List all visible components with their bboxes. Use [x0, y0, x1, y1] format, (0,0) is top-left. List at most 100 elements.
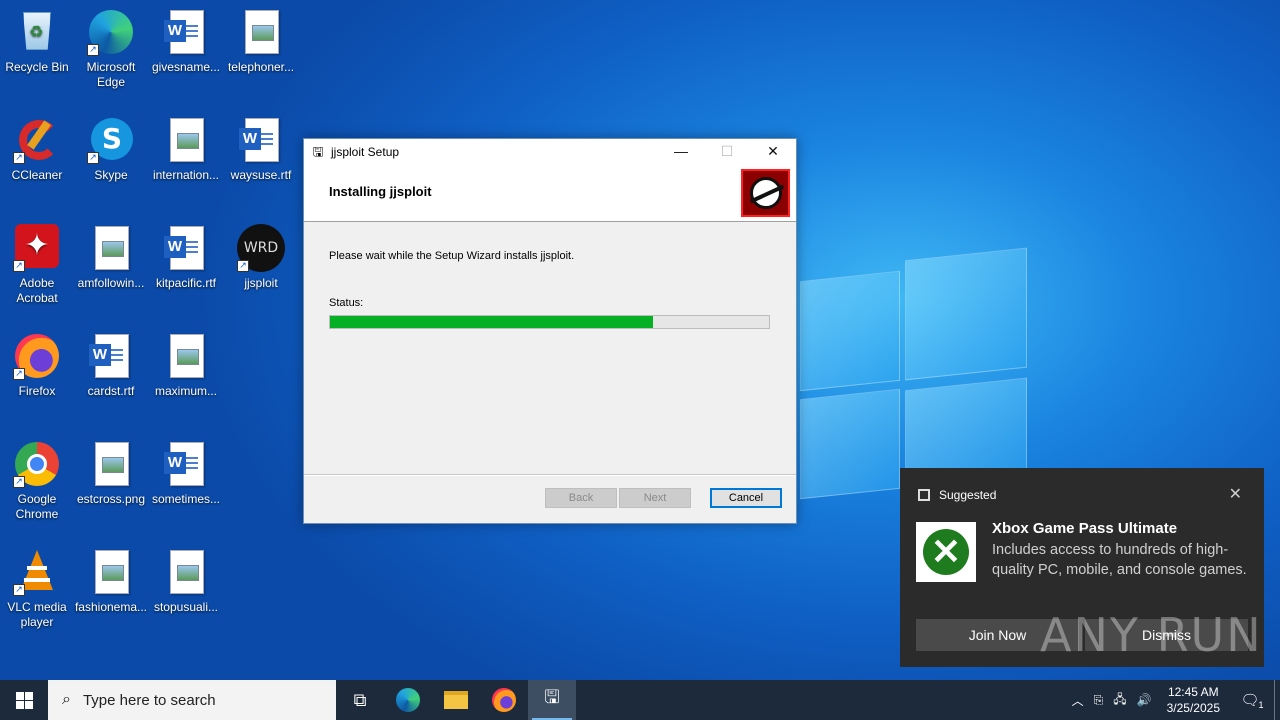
windows-logo-icon: [15, 691, 33, 709]
edge-icon: [396, 688, 420, 712]
taskbar-clock[interactable]: 12:45 AM 3/25/2025: [1167, 684, 1220, 716]
vlc-icon: ↗: [13, 548, 61, 596]
word-doc-icon: W: [162, 8, 210, 56]
dialog-footer: Back Next Cancel: [304, 475, 796, 522]
folder-icon: [444, 691, 468, 709]
back-button: Back: [545, 488, 617, 508]
word-doc-icon: W: [237, 116, 285, 164]
acrobat-icon: ✦ ↗: [13, 224, 61, 272]
minimize-button[interactable]: —: [658, 139, 704, 164]
notification-toast: Suggested ✕ ✕ Xbox Game Pass Ultimate In…: [900, 468, 1264, 667]
desktop-icon-adobe-acrobat[interactable]: ✦ ↗ Adobe Acrobat: [0, 218, 74, 306]
image-file-icon: [162, 116, 210, 164]
close-button[interactable]: ✕: [750, 139, 796, 164]
task-view-button[interactable]: ⧉: [336, 680, 384, 720]
edge-icon: ↗: [87, 8, 135, 56]
cancel-button[interactable]: Cancel: [710, 488, 782, 508]
meet-now-icon[interactable]: ⎘: [1094, 693, 1104, 708]
dialog-title: jjsploit Setup: [331, 144, 400, 159]
skype-icon: S ↗: [87, 116, 135, 164]
recycle-bin-icon: ♻: [13, 8, 61, 56]
install-progress-bar: [329, 315, 770, 329]
desktop-icon-jjsploit[interactable]: WRD ↗ jjsploit: [224, 218, 298, 291]
system-tray: ︿ ⎘ 🖧 🔊 12:45 AM 3/25/2025 🗨 1: [1067, 680, 1280, 720]
setup-dialog: 🖫 jjsploit Setup — ☐ ✕ Installing jjsplo…: [303, 138, 797, 524]
taskbar-jjsploit-setup[interactable]: 🖫: [528, 680, 576, 720]
maximize-button: ☐: [720, 143, 734, 159]
join-now-button[interactable]: Join Now: [916, 619, 1079, 651]
taskbar-search-box[interactable]: ⌕ Type here to search: [48, 680, 336, 720]
toast-close-icon[interactable]: ✕: [1229, 484, 1242, 504]
image-file-icon: [162, 332, 210, 380]
dialog-titlebar[interactable]: 🖫 jjsploit Setup — ☐ ✕: [304, 139, 796, 164]
installer-icon: 🖫: [312, 143, 324, 159]
desktop-icon-vlc[interactable]: ↗ VLC media player: [0, 542, 74, 630]
notification-count: 1: [1258, 700, 1264, 710]
windows-wallpaper-logo: [790, 236, 1030, 506]
notification-icon: 🗨: [1240, 692, 1260, 709]
volume-icon[interactable]: 🔊: [1137, 693, 1152, 707]
desktop-icon-telephoner[interactable]: telephoner...: [224, 2, 298, 75]
next-button: Next: [619, 488, 691, 508]
xbox-icon: ✕: [916, 522, 976, 582]
suggested-icon: [918, 489, 930, 501]
taskbar-file-explorer[interactable]: [432, 680, 480, 720]
install-message: Please wait while the Setup Wizard insta…: [329, 250, 575, 262]
word-doc-icon: W: [87, 332, 135, 380]
desktop-icon-ccleaner[interactable]: ↗ CCleaner: [0, 110, 74, 183]
installer-icon: 🖫: [544, 687, 560, 707]
image-file-icon: [162, 548, 210, 596]
taskbar-firefox[interactable]: [480, 680, 528, 720]
desktop-icon-skype[interactable]: S ↗ Skype: [74, 110, 148, 183]
desktop-icon-google-chrome[interactable]: ↗ Google Chrome: [0, 434, 74, 522]
desktop-icon-fashionema[interactable]: fashionema...: [74, 542, 148, 615]
clock-date: 3/25/2025: [1166, 701, 1220, 715]
dialog-body: Please wait while the Setup Wizard insta…: [304, 222, 796, 475]
chrome-icon: ↗: [13, 440, 61, 488]
taskbar-edge[interactable]: [384, 680, 432, 720]
desktop-icon-stopusuali[interactable]: stopusuali...: [149, 542, 223, 615]
task-view-icon: ⧉: [353, 689, 367, 710]
desktop-icon-microsoft-edge[interactable]: ↗ Microsoft Edge: [74, 2, 148, 90]
setup-banner-icon: [741, 169, 790, 217]
desktop-icon-waysuse[interactable]: W waysuse.rtf: [224, 110, 298, 183]
image-file-icon: [87, 440, 135, 488]
taskbar: ⌕ Type here to search ⧉ 🖫 ︿ ⎘ 🖧 🔊 12:45 …: [0, 680, 1280, 720]
firefox-icon: [492, 688, 516, 712]
toast-description: Includes access to hundreds of high-qual…: [992, 542, 1247, 578]
desktop-icon-recycle-bin[interactable]: ♻ Recycle Bin: [0, 2, 74, 75]
image-file-icon: [87, 224, 135, 272]
jjsploit-icon: WRD ↗: [237, 224, 285, 272]
ccleaner-icon: ↗: [13, 116, 61, 164]
dialog-header: Installing jjsploit: [304, 164, 796, 222]
image-file-icon: [87, 548, 135, 596]
firefox-icon: ↗: [13, 332, 61, 380]
toast-title: Xbox Game Pass Ultimate: [992, 520, 1178, 537]
desktop-icon-cardst[interactable]: W cardst.rtf: [74, 326, 148, 399]
search-icon: ⌕: [62, 691, 71, 708]
image-file-icon: [237, 8, 285, 56]
desktop-icon-kitpacific[interactable]: W kitpacific.rtf: [149, 218, 223, 291]
clock-time: 12:45 AM: [1167, 685, 1219, 699]
show-desktop-button[interactable]: [1274, 680, 1280, 720]
dismiss-button[interactable]: Dismiss: [1085, 619, 1248, 651]
toast-header: Suggested: [918, 488, 996, 502]
toast-header-label: Suggested: [939, 488, 997, 502]
tray-overflow-chevron-icon[interactable]: ︿: [1072, 692, 1084, 709]
desktop-icon-internation[interactable]: internation...: [149, 110, 223, 183]
action-center-button[interactable]: 🗨 1: [1230, 680, 1274, 720]
desktop-icon-maximum[interactable]: maximum...: [149, 326, 223, 399]
desktop-icon-givesname[interactable]: W givesname...: [149, 2, 223, 75]
desktop-icon-firefox[interactable]: ↗ Firefox: [0, 326, 74, 399]
status-label: Status:: [329, 297, 364, 309]
search-placeholder: Type here to search: [82, 691, 216, 709]
network-icon[interactable]: 🖧: [1113, 690, 1126, 711]
desktop-icon-sometimes[interactable]: W sometimes...: [149, 434, 223, 507]
desktop-icon-estcross[interactable]: estcross.png: [74, 434, 148, 507]
progress-fill: [330, 316, 653, 328]
desktop-icon-amfollowin[interactable]: amfollowin...: [74, 218, 148, 291]
word-doc-icon: W: [162, 440, 210, 488]
word-doc-icon: W: [162, 224, 210, 272]
dialog-heading: Installing jjsploit: [329, 184, 432, 199]
start-button[interactable]: [0, 680, 48, 720]
